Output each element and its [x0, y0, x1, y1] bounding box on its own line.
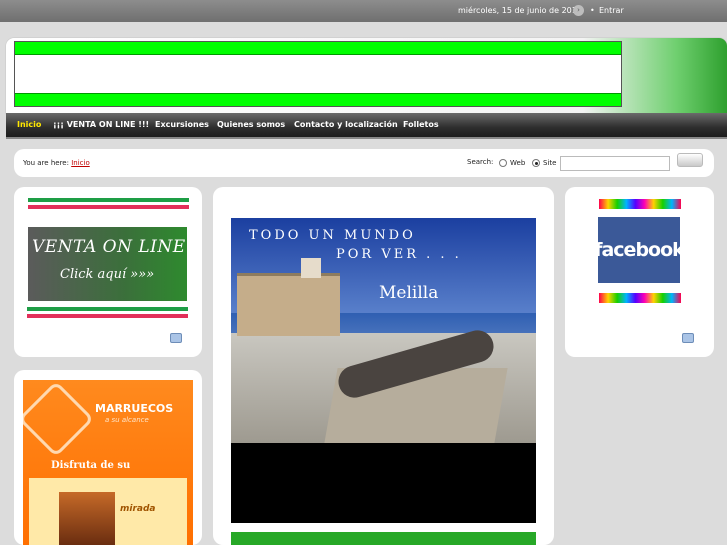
nav-item-excursiones[interactable]: Excursiones [155, 120, 209, 129]
search-radio-web[interactable] [499, 159, 507, 167]
flag-strip-top [28, 198, 189, 214]
print-icon[interactable] [170, 333, 182, 343]
venta-banner-title: VENTA ON LINE [32, 237, 186, 257]
nav-item-contacto[interactable]: Contacto y localización [294, 120, 398, 129]
photo-caption-line1: TODO UN MUNDO [249, 228, 416, 243]
top-bar: miércoles, 15 de junio de 2011 › • Entra… [0, 0, 727, 22]
search-button[interactable] [677, 153, 703, 167]
promo-logo-icon [23, 380, 95, 458]
nav-item-inicio[interactable]: Inicio [17, 120, 41, 129]
current-date: miércoles, 15 de junio de 2011 [458, 6, 582, 15]
search-radio-site-label: Site [543, 159, 557, 167]
promo-word: mirada [120, 504, 156, 514]
breadcrumb-prefix: You are here: [23, 159, 69, 167]
promo-photo [59, 492, 115, 545]
nav-item-venta-online[interactable]: ¡¡¡ VENTA ON LINE !!! [53, 120, 149, 129]
breadcrumb-bar: You are here: Inicio Search: Web Site [14, 149, 714, 177]
banner-stripe-top [15, 42, 621, 55]
search-radio-site[interactable] [532, 159, 540, 167]
arrow-right-icon[interactable]: › [573, 5, 584, 16]
melilla-photo: TODO UN MUNDO POR VER . . . Melilla [231, 218, 536, 523]
promo-title: MARRUECOS [95, 402, 174, 415]
rainbow-strip-bottom [599, 293, 681, 303]
nav-item-folletos[interactable]: Folletos [403, 120, 439, 129]
venta-banner-cta: Click aquí »»» [60, 267, 155, 282]
rainbow-strip-top [599, 199, 681, 209]
separator-bullet: • [590, 6, 595, 15]
facebook-logo[interactable]: facebook [594, 217, 685, 283]
print-icon[interactable] [682, 333, 694, 343]
center-next-banner[interactable] [231, 532, 536, 545]
banner-stripe-bottom [15, 93, 621, 106]
nav-item-quienes-somos[interactable]: Quienes somos [217, 120, 285, 129]
photo-lighthouse-building [237, 273, 340, 336]
photo-caption-melilla: Melilla [379, 283, 439, 303]
promo-line: Disfruta de su [51, 460, 131, 471]
breadcrumb-link-inicio[interactable]: Inicio [71, 159, 90, 167]
search-input[interactable] [560, 156, 670, 171]
main-nav: Inicio ¡¡¡ VENTA ON LINE !!! Excursiones… [6, 113, 727, 139]
breadcrumb: You are here: Inicio [23, 159, 90, 167]
marruecos-promo-banner[interactable]: MARRUECOS a su alcance Disfruta de su mi… [23, 380, 193, 545]
venta-online-banner[interactable]: VENTA ON LINE Click aquí »»» [28, 227, 187, 301]
search-radio-web-label: Web [510, 159, 526, 167]
flag-strip-bottom [27, 307, 188, 323]
photo-lighthouse-tower [301, 258, 321, 278]
search-label: Search: [467, 158, 494, 166]
promo-subtitle: a su alcance [105, 416, 149, 424]
header-banner [14, 41, 622, 107]
login-link[interactable]: Entrar [599, 6, 624, 15]
photo-caption-line2: POR VER . . . [336, 247, 462, 262]
